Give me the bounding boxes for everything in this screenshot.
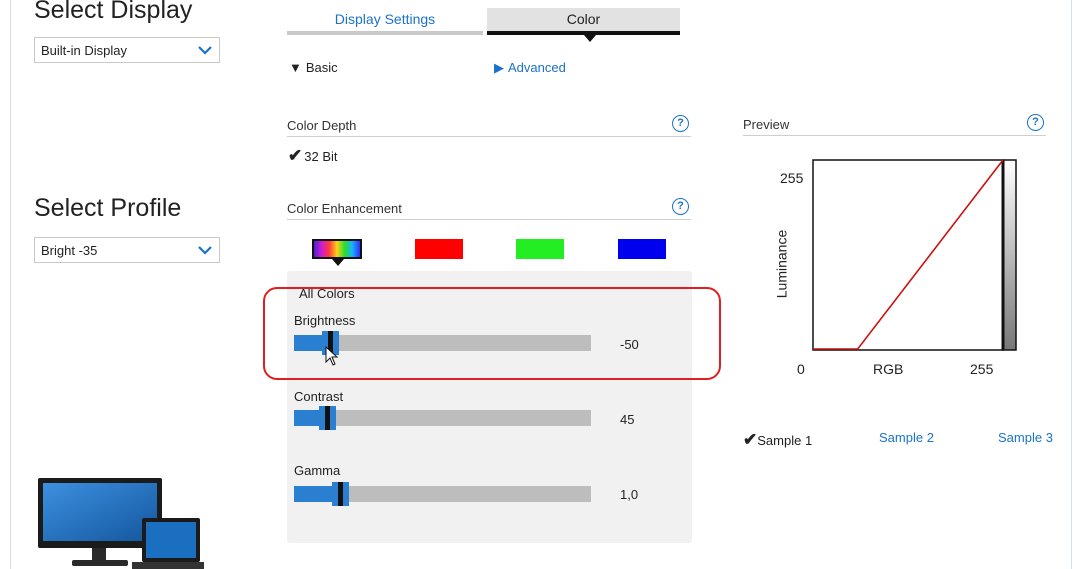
luminance-curve-chart — [812, 159, 1017, 351]
swatch-blue[interactable] — [618, 239, 666, 259]
help-icon[interactable]: ? — [1027, 114, 1044, 131]
mode-basic-label: Basic — [305, 60, 338, 75]
gamma-slider[interactable] — [294, 482, 591, 506]
sample-3[interactable]: Sample 3 — [998, 430, 1053, 445]
active-tab-pointer — [584, 35, 596, 42]
gamma-value: 1,0 — [620, 487, 639, 502]
color-depth-value: 32 Bit — [304, 149, 338, 164]
display-select[interactable]: Built-in Display — [34, 37, 220, 63]
triangle-right-icon: ▶ — [494, 60, 504, 75]
chart-frame — [812, 159, 1004, 351]
checkmark-icon: ✔ — [288, 146, 303, 165]
contrast-slider-thumb[interactable] — [319, 406, 336, 430]
x-min-label: 0 — [797, 361, 805, 377]
swatch-all-colors[interactable] — [312, 239, 362, 259]
chevron-down-icon — [198, 46, 212, 55]
sample-1-label: Sample 1 — [757, 433, 813, 448]
help-icon[interactable]: ? — [672, 115, 689, 132]
help-icon[interactable]: ? — [672, 198, 689, 215]
swatch-red[interactable] — [415, 239, 463, 259]
select-profile-title: Select Profile — [34, 194, 182, 222]
y-axis-label: Luminance — [773, 229, 790, 299]
checkmark-icon: ✔ — [743, 430, 758, 449]
triangle-down-icon: ▼ — [289, 60, 302, 75]
y-axis-label-box: Luminance — [771, 220, 813, 310]
mode-basic[interactable]: ▼ Basic — [289, 60, 338, 75]
gamma-label: Gamma — [294, 463, 341, 478]
mode-advanced-label: Advanced — [508, 60, 566, 75]
gray-ramp-bar — [1002, 159, 1017, 351]
active-swatch-pointer — [332, 259, 344, 266]
sample-1[interactable]: ✔Sample 1 — [743, 430, 812, 450]
chevron-down-icon — [198, 246, 212, 255]
display-devices-icon — [38, 478, 204, 569]
contrast-value: 45 — [620, 412, 635, 427]
color-depth-option[interactable]: ✔ 32 Bit — [288, 146, 338, 166]
color-enhancement-label: Color Enhancement — [287, 201, 402, 216]
contrast-slider[interactable] — [294, 406, 591, 430]
color-depth-header: Color Depth ? — [287, 115, 691, 137]
annotation-highlight — [263, 287, 721, 380]
color-depth-label: Color Depth — [287, 118, 357, 133]
select-display-title: Select Display — [34, 0, 193, 24]
preview-header: Preview ? — [743, 114, 1046, 136]
color-enhancement-header: Color Enhancement ? — [287, 198, 691, 220]
x-axis-label: RGB — [873, 361, 904, 377]
display-select-value: Built-in Display — [41, 43, 127, 58]
swatch-green[interactable] — [516, 239, 564, 259]
y-max-label: 255 — [780, 170, 804, 186]
contrast-label: Contrast — [294, 389, 344, 404]
preview-label: Preview — [743, 117, 790, 132]
tab-display-settings[interactable]: Display Settings — [287, 8, 483, 35]
sample-2[interactable]: Sample 2 — [879, 430, 934, 445]
gamma-slider-thumb[interactable] — [332, 482, 349, 506]
profile-select-value: Bright -35 — [41, 243, 98, 258]
tab-color[interactable]: Color — [487, 8, 680, 35]
mode-advanced[interactable]: ▶ Advanced — [494, 60, 566, 76]
profile-select[interactable]: Bright -35 — [34, 237, 220, 263]
x-max-label: 255 — [970, 361, 994, 377]
